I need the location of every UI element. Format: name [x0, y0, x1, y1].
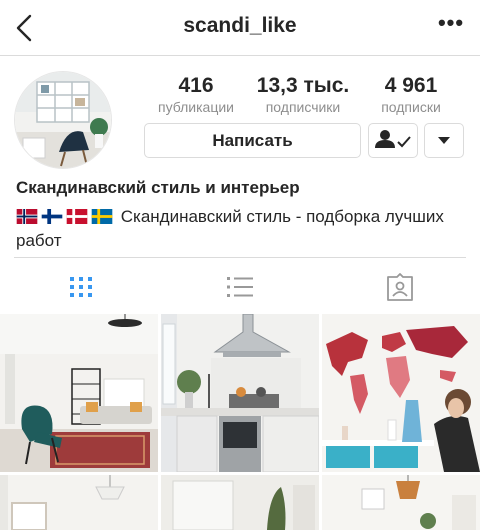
grid-icon: [70, 277, 92, 297]
posts-label: публикации: [158, 99, 234, 115]
posts-count: 416: [178, 74, 214, 97]
grid-post-4[interactable]: [0, 475, 158, 530]
tab-list-view[interactable]: [225, 272, 255, 302]
profile-view-tabs: [14, 257, 466, 315]
following-button[interactable]: [368, 123, 418, 158]
sweden-flag-icon: [91, 207, 113, 224]
profile-username: scandi_like: [183, 14, 297, 37]
message-button[interactable]: Написать: [144, 123, 361, 158]
followers-count: 13,3 тыс.: [256, 74, 350, 97]
more-options-icon[interactable]: •••: [436, 12, 466, 38]
finland-flag-icon: [41, 207, 63, 224]
followers-stat[interactable]: 13,3 тыс. подписчики: [248, 74, 358, 116]
profile-bio: Скандинавский стиль - подборка лучших ра…: [16, 205, 466, 253]
profile-display-name: Скандинавский стиль и интерьер: [16, 178, 300, 197]
norway-flag-icon: [16, 207, 38, 224]
posts-stat[interactable]: 416 публикации: [141, 74, 251, 116]
top-nav-bar: scandi_like •••: [0, 0, 480, 56]
grid-post-5[interactable]: [161, 475, 319, 530]
followers-label: подписчики: [265, 99, 341, 115]
caret-down-icon: [438, 137, 450, 144]
posts-grid: [0, 314, 480, 530]
tab-tagged-photos[interactable]: [385, 272, 415, 302]
person-check-icon: [375, 130, 411, 148]
denmark-flag-icon: [66, 207, 88, 224]
following-label: подписки: [381, 99, 441, 115]
tagged-person-icon: [387, 273, 413, 301]
following-count: 4 961: [384, 74, 438, 97]
profile-avatar[interactable]: [14, 71, 112, 169]
tab-grid-view[interactable]: [66, 272, 96, 302]
list-icon: [227, 277, 253, 297]
suggestions-dropdown-button[interactable]: [424, 123, 464, 158]
grid-post-1[interactable]: [0, 314, 158, 472]
grid-post-3[interactable]: [322, 314, 480, 472]
grid-post-6[interactable]: [322, 475, 480, 530]
following-stat[interactable]: 4 961 подписки: [356, 74, 466, 116]
grid-post-2[interactable]: [161, 314, 319, 472]
